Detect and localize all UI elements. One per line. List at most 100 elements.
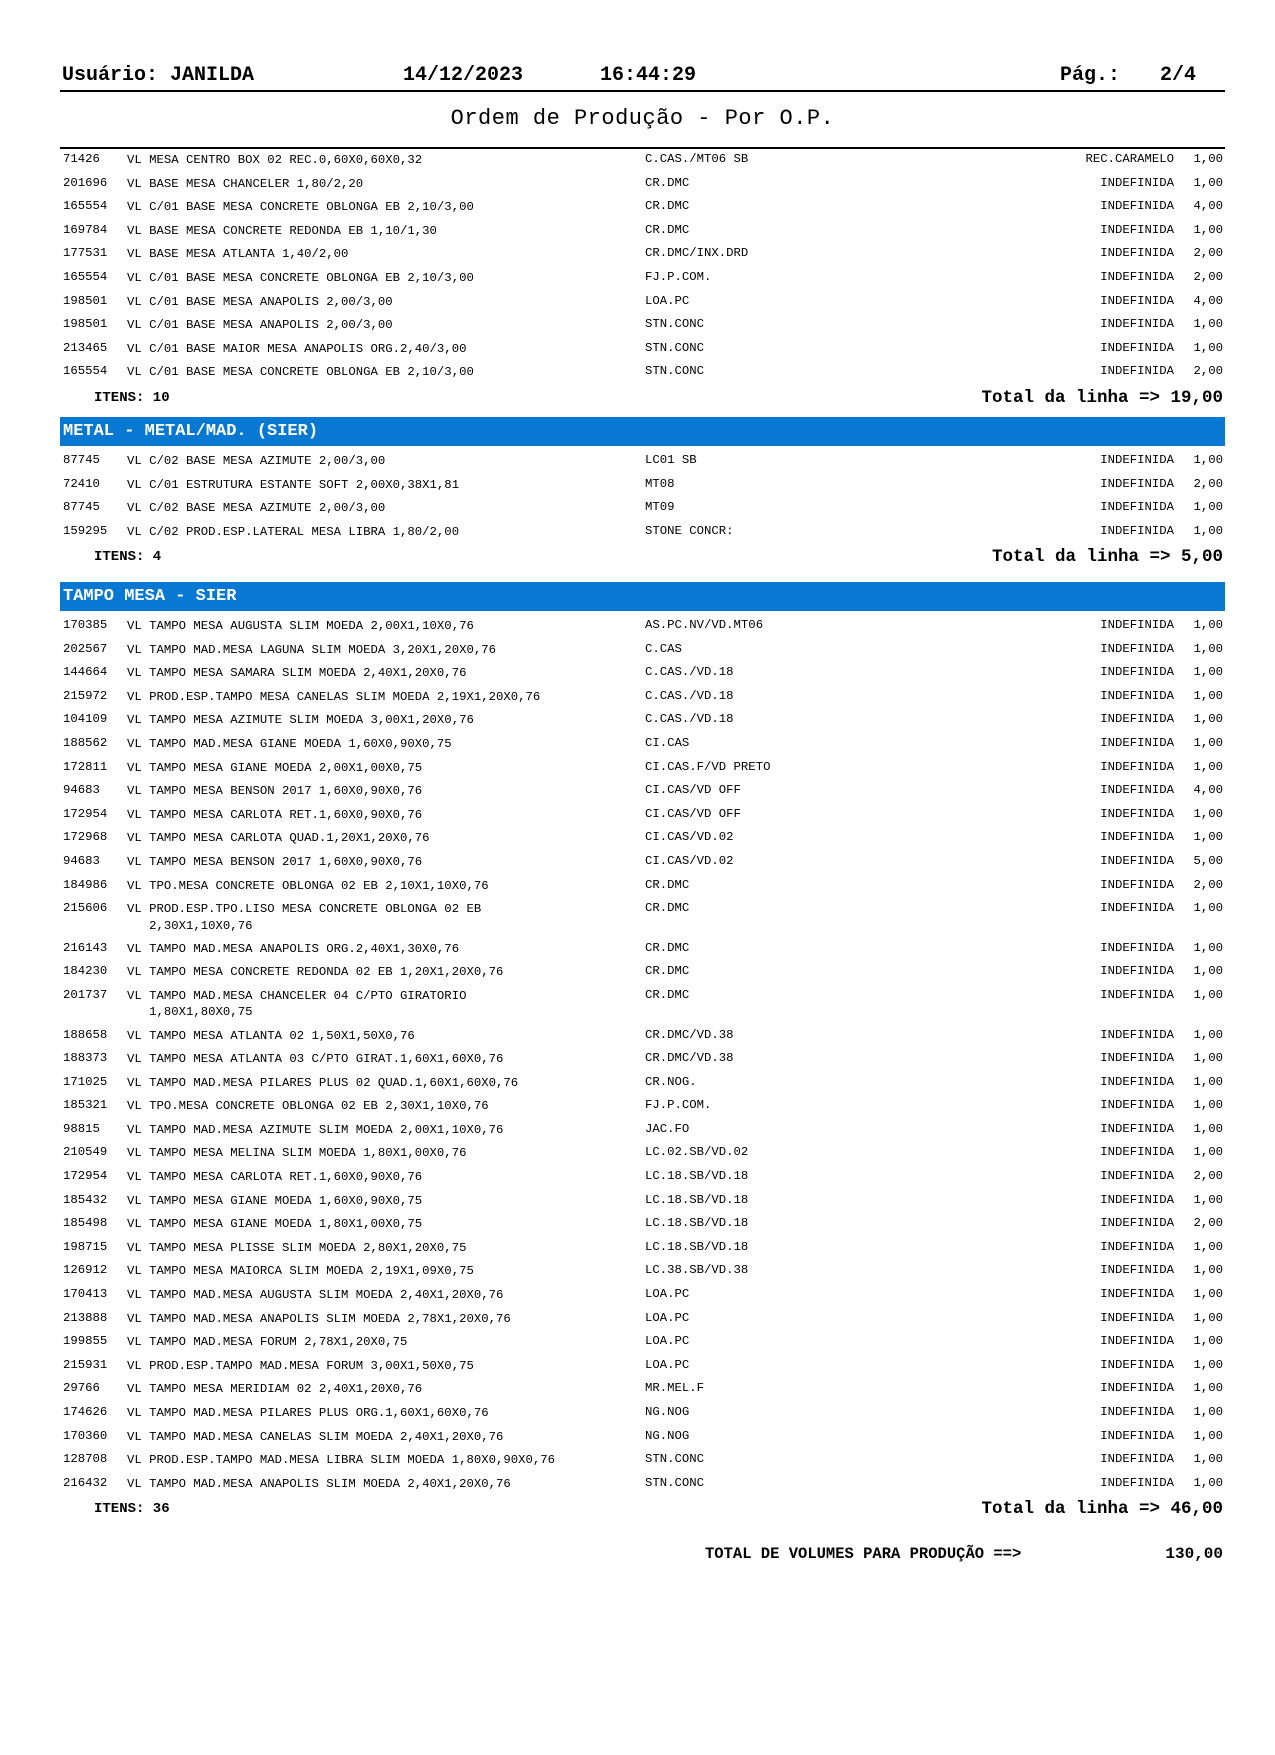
finish-code: CI.CAS/VD OFF — [645, 783, 741, 798]
op-code: 198501 — [63, 293, 108, 308]
finish-code: CR.DMC/INX.DRD — [645, 246, 749, 261]
section-rows: 87745 VL C/02 BASE MESA AZIMUTE 2,00/3,00… — [60, 450, 1225, 544]
item-description: VL TAMPO MESA CONCRETE REDONDA 02 EB 1,2… — [127, 965, 504, 980]
finish-code: MR.MEL.F — [645, 1381, 705, 1396]
table-row: 185321 VL TPO.MESA CONCRETE OBLONGA 02 EB… — [60, 1095, 1225, 1119]
item-description: VL TAMPO MAD.MESA ANAPOLIS ORG.2,40X1,30… — [127, 941, 460, 956]
table-row: 172968 VL TAMPO MESA CARLOTA QUAD.1,20X1,… — [60, 827, 1225, 851]
table-row: 215931 VL PROD.ESP.TAMPO MAD.MESA FORUM 3… — [60, 1355, 1225, 1379]
report-date: 14/12/2023 — [403, 64, 524, 87]
quantity-value: 1,00 — [1193, 317, 1223, 332]
page-label: Pág.: — [1060, 64, 1121, 87]
finish-code: CI.CAS/VD.02 — [645, 830, 734, 845]
op-code: 184986 — [63, 877, 108, 892]
status-value: INDEFINIDA — [1100, 1121, 1174, 1136]
quantity-value: 1,00 — [1193, 665, 1223, 680]
quantity-value: 1,00 — [1193, 987, 1223, 1002]
quantity-value: 1,00 — [1193, 175, 1223, 190]
op-code: 172968 — [63, 830, 108, 845]
op-code: 165554 — [63, 199, 108, 214]
status-value: INDEFINIDA — [1100, 523, 1174, 538]
status-value: INDEFINIDA — [1100, 783, 1174, 798]
status-value: INDEFINIDA — [1100, 1098, 1174, 1113]
status-value: INDEFINIDA — [1100, 1310, 1174, 1325]
op-code: 201737 — [63, 987, 108, 1002]
report-title: Ordem de Produção - Por O.P. — [450, 106, 835, 131]
table-row: 165554 VL C/01 BASE MESA CONCRETE OBLONGA… — [60, 196, 1225, 220]
finish-code: LOA.PC — [645, 1287, 690, 1302]
op-code: 171025 — [63, 1074, 108, 1089]
finish-code: FJ.P.COM. — [645, 269, 712, 284]
quantity-value: 2,00 — [1193, 1216, 1223, 1231]
status-value: INDEFINIDA — [1100, 1287, 1174, 1302]
status-value: INDEFINIDA — [1100, 1051, 1174, 1066]
item-description: VL C/01 BASE MESA CONCRETE OBLONGA EB 2,… — [127, 200, 474, 215]
op-code: 213465 — [63, 340, 108, 355]
quantity-value: 5,00 — [1193, 853, 1223, 868]
status-value: INDEFINIDA — [1100, 712, 1174, 727]
report-time: 16:44:29 — [600, 64, 697, 87]
op-code: 215931 — [63, 1357, 108, 1372]
item-description: VL C/02 BASE MESA AZIMUTE 2,00/3,00 — [127, 501, 386, 516]
status-value: INDEFINIDA — [1100, 476, 1174, 491]
op-code: 185321 — [63, 1098, 108, 1113]
op-code: 170385 — [63, 618, 108, 632]
op-code: 87745 — [63, 500, 100, 515]
quantity-value: 1,00 — [1193, 340, 1223, 355]
finish-code: JAC.FO — [645, 1121, 690, 1136]
table-row: 215606 VL PROD.ESP.TPO.LISO MESA CONCRETE… — [60, 898, 1225, 938]
item-description: VL MESA CENTRO BOX 02 REC.0,60X0,60X0,32 — [127, 153, 423, 167]
section-tampo-mesa: TAMPO MESA - SIER 170385 VL TAMPO MESA AU… — [60, 582, 1225, 1523]
item-description: VL TAMPO MAD.MESA PILARES PLUS 02 QUAD.1… — [127, 1075, 519, 1090]
finish-code: LC.18.SB/VD.18 — [645, 1239, 749, 1254]
quantity-value: 1,00 — [1193, 1027, 1223, 1042]
item-description: VL BASE MESA ATLANTA 1,40/2,00 — [127, 247, 349, 262]
item-description: VL TAMPO MAD.MESA CHANCELER 04 C/PTO GIR… — [127, 988, 467, 1020]
item-description: VL TAMPO MESA GIANE MOEDA 1,80X1,00X0,75 — [127, 1217, 423, 1232]
item-description: VL TAMPO MESA CARLOTA QUAD.1,20X1,20X0,7… — [127, 831, 430, 846]
table-row: 188562 VL TAMPO MAD.MESA GIANE MOEDA 1,60… — [60, 733, 1225, 757]
item-description: VL TAMPO MAD.MESA AUGUSTA SLIM MOEDA 2,4… — [127, 1288, 504, 1303]
quantity-value: 1,00 — [1193, 964, 1223, 979]
items-count: ITENS: 10 — [94, 389, 170, 406]
op-code: 184230 — [63, 964, 108, 979]
status-value: INDEFINIDA — [1100, 500, 1174, 515]
item-description: VL C/01 BASE MESA ANAPOLIS 2,00/3,00 — [127, 318, 393, 333]
table-row: 185432 VL TAMPO MESA GIANE MOEDA 1,60X0,9… — [60, 1190, 1225, 1214]
section-heading: TAMPO MESA - SIER — [60, 582, 1225, 611]
table-row: 172954 VL TAMPO MESA CARLOTA RET.1,60X0,9… — [60, 1166, 1225, 1190]
finish-code: CI.CAS.F/VD PRETO — [645, 759, 771, 774]
section-footer: ITENS: 10 Total da linha => 19,00 — [60, 385, 1225, 412]
section-footer: ITENS: 36 Total da linha => 46,00 — [60, 1496, 1225, 1523]
table-row: 159295 VL C/02 PROD.ESP.LATERAL MESA LIBR… — [60, 521, 1225, 545]
table-row: 171025 VL TAMPO MAD.MESA PILARES PLUS 02 … — [60, 1072, 1225, 1096]
quantity-value: 1,00 — [1193, 1051, 1223, 1066]
finish-code: CR.DMC — [645, 901, 690, 916]
op-code: 202567 — [63, 641, 108, 656]
quantity-value: 4,00 — [1193, 199, 1223, 214]
op-code: 177531 — [63, 246, 108, 261]
section-footer: ITENS: 4 Total da linha => 5,00 — [60, 544, 1225, 571]
item-description: VL TPO.MESA CONCRETE OBLONGA 02 EB 2,10X… — [127, 878, 489, 893]
quantity-value: 2,00 — [1193, 1169, 1223, 1184]
table-row: 87745 VL C/02 BASE MESA AZIMUTE 2,00/3,00… — [60, 497, 1225, 521]
status-value: INDEFINIDA — [1100, 1475, 1174, 1490]
table-row: 177531 VL BASE MESA ATLANTA 1,40/2,00 CR.D… — [60, 243, 1225, 267]
status-value: INDEFINIDA — [1100, 853, 1174, 868]
finish-code: CR.DMC — [645, 222, 690, 237]
item-description: VL TAMPO MAD.MESA CANELAS SLIM MOEDA 2,4… — [127, 1429, 504, 1444]
table-row: 128708 VL PROD.ESP.TAMPO MAD.MESA LIBRA S… — [60, 1449, 1225, 1473]
item-description: VL BASE MESA CHANCELER 1,80/2,20 — [127, 176, 364, 191]
op-code: 201696 — [63, 175, 108, 190]
status-value: INDEFINIDA — [1100, 901, 1174, 916]
item-description: VL TAMPO MAD.MESA AZIMUTE SLIM MOEDA 2,0… — [127, 1122, 504, 1137]
item-description: VL TAMPO MAD.MESA FORUM 2,78X1,20X0,75 — [127, 1335, 408, 1350]
items-count: ITENS: 4 — [94, 549, 162, 566]
status-value: INDEFINIDA — [1100, 735, 1174, 750]
table-row: 72410 VL C/01 ESTRUTURA ESTANTE SOFT 2,00… — [60, 474, 1225, 498]
finish-code: FJ.P.COM. — [645, 1098, 712, 1113]
finish-code: MT08 — [645, 476, 675, 491]
finish-code: C.CAS./VD.18 — [645, 688, 734, 703]
table-row: 216432 VL TAMPO MAD.MESA ANAPOLIS SLIM MO… — [60, 1473, 1225, 1497]
table-row: 94683 VL TAMPO MESA BENSON 2017 1,60X0,90… — [60, 851, 1225, 875]
